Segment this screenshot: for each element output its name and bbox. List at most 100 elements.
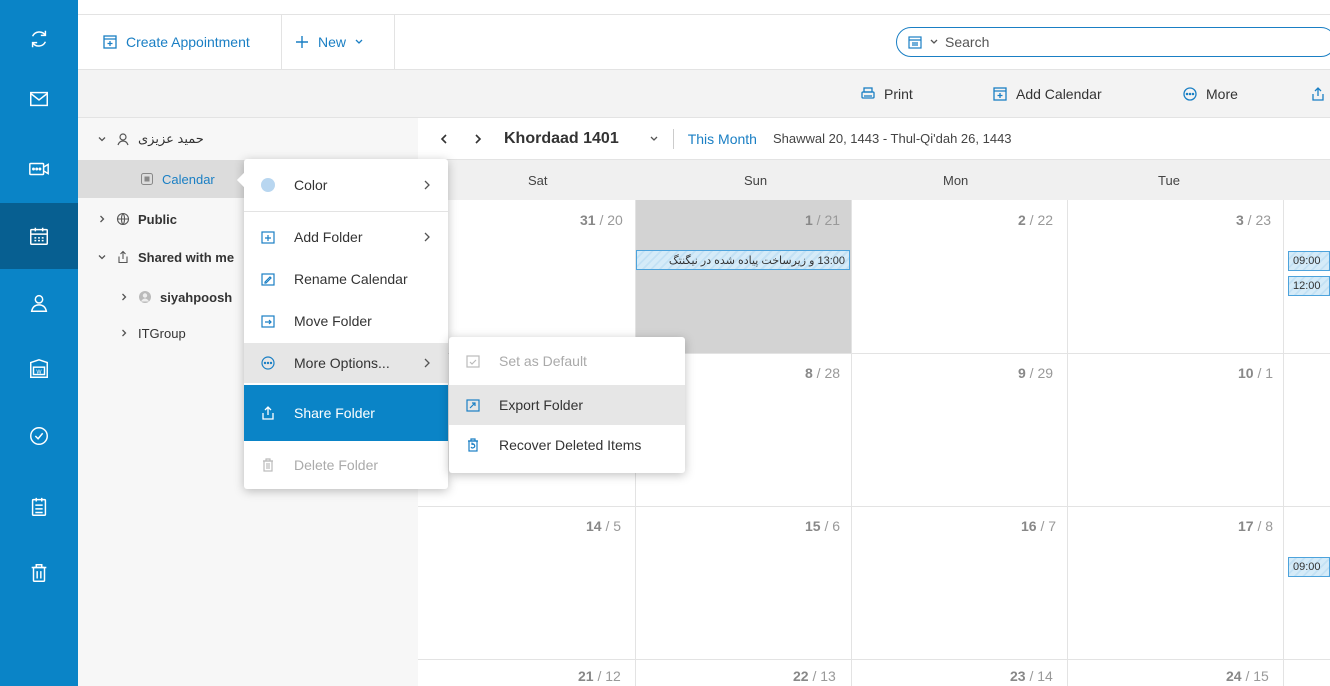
menu-item-rename-calendar[interactable]: Rename Calendar xyxy=(244,259,448,299)
menu-item-delete-folder-label: Delete Folder xyxy=(294,457,379,473)
tree-item-public-label: Public xyxy=(138,211,178,227)
new-dropdown-button[interactable]: New xyxy=(294,15,364,69)
submenu-item-set-as-default-label: Set as Default xyxy=(499,353,587,369)
mail-icon[interactable] xyxy=(0,66,78,132)
trash-icon xyxy=(263,458,273,472)
day-number[interactable]: 21 / 12 xyxy=(578,668,621,684)
grid-line xyxy=(418,659,1330,660)
notes-icon[interactable] xyxy=(0,474,78,540)
grid-line xyxy=(1067,200,1068,686)
grid-line xyxy=(1283,200,1284,686)
search-input[interactable] xyxy=(945,34,1245,50)
new-label: New xyxy=(318,34,347,50)
chevron-right-icon xyxy=(424,232,430,242)
toolbar-divider xyxy=(281,15,282,69)
tree-item-shared-label: Shared with me xyxy=(138,249,235,265)
menu-item-more-options-label: More Options... xyxy=(294,355,390,371)
svg-text:W: W xyxy=(36,370,42,376)
chevron-down-icon[interactable] xyxy=(96,251,108,263)
submenu-item-export-folder[interactable]: Export Folder xyxy=(449,385,685,425)
create-appointment-button[interactable]: Create Appointment xyxy=(102,15,250,69)
day-number[interactable]: 2 / 22 xyxy=(1018,212,1053,228)
print-label: Print xyxy=(884,86,913,102)
menu-item-share-folder[interactable]: Share Folder xyxy=(244,385,448,441)
day-number[interactable]: 1 / 21 xyxy=(805,212,840,228)
hijri-date-range: Shawwal 20, 1443 - Thul-Qi'dah 26, 1443 xyxy=(772,131,1012,146)
menu-item-more-options[interactable]: More Options... xyxy=(244,343,448,383)
submenu-item-recover-deleted-items[interactable]: Recover Deleted Items xyxy=(449,425,685,465)
tasks-check-icon[interactable] xyxy=(0,403,78,469)
day-name-sat: Sat xyxy=(528,172,548,188)
menu-item-color[interactable]: Color xyxy=(244,165,448,205)
chevron-down-icon[interactable] xyxy=(96,133,108,145)
day-number[interactable]: 23 / 14 xyxy=(1010,668,1053,684)
day-number[interactable]: 16 / 7 xyxy=(1021,518,1056,534)
add-calendar-button[interactable]: Add Calendar xyxy=(992,70,1102,118)
chevron-down-icon[interactable] xyxy=(649,134,659,144)
word-documents-icon[interactable]: W xyxy=(0,336,78,402)
menu-item-move-folder-label: Move Folder xyxy=(294,313,372,329)
day-number[interactable]: 10 / 1 xyxy=(1238,365,1273,381)
day-number[interactable]: 3 / 23 xyxy=(1236,212,1271,228)
calendar-icon[interactable] xyxy=(0,203,78,269)
print-button[interactable]: Print xyxy=(860,70,913,118)
top-toolbar: Create Appointment New xyxy=(78,14,1330,70)
day-number[interactable]: 31 / 20 xyxy=(580,212,623,228)
day-name-tue: Tue xyxy=(1158,172,1180,188)
day-number[interactable]: 14 / 5 xyxy=(586,518,621,534)
calendar-event[interactable]: 09:00 xyxy=(1288,557,1330,577)
set-default-icon xyxy=(466,355,480,368)
move-folder-icon xyxy=(261,315,275,328)
month-title[interactable]: Khordaad 1401 xyxy=(504,130,619,148)
grid-line xyxy=(851,200,852,686)
day-number[interactable]: 22 / 13 xyxy=(793,668,836,684)
more-button[interactable]: More xyxy=(1182,70,1238,118)
submenu-item-set-as-default[interactable]: Set as Default xyxy=(449,341,685,381)
calendar-event[interactable]: 09:00 xyxy=(1288,251,1330,271)
next-month-icon[interactable] xyxy=(472,133,484,145)
sync-icon[interactable] xyxy=(0,6,78,72)
app-rail: W xyxy=(0,0,78,686)
trash-icon[interactable] xyxy=(0,540,78,606)
weekday-header: Sat Sun Mon Tue xyxy=(418,160,1330,200)
menu-divider xyxy=(244,211,448,212)
calendar-event[interactable]: 13:00 و زیرساخت پیاده شده در نیگنتگ xyxy=(636,250,850,270)
tree-user-root[interactable]: حمید عزیزی xyxy=(78,120,418,158)
menu-item-delete-folder[interactable]: Delete Folder xyxy=(244,445,448,485)
day-number[interactable]: 9 / 29 xyxy=(1018,365,1053,381)
toolbar-divider xyxy=(394,15,395,69)
search-box[interactable] xyxy=(896,27,1330,57)
chevron-right-icon[interactable] xyxy=(96,213,108,225)
chevron-down-icon[interactable] xyxy=(929,37,939,47)
action-bar: Print Add Calendar More xyxy=(78,70,1330,118)
this-month-button[interactable]: This Month xyxy=(688,131,757,147)
menu-item-add-folder[interactable]: Add Folder xyxy=(244,217,448,257)
folder-context-menu: Color Add Folder Rename Calendar Move Fo… xyxy=(236,159,448,489)
calendar-event[interactable]: 12:00 xyxy=(1288,276,1330,296)
video-meeting-icon[interactable] xyxy=(0,136,78,202)
chevron-right-icon[interactable] xyxy=(118,291,130,303)
add-calendar-label: Add Calendar xyxy=(1016,86,1102,102)
contacts-icon[interactable] xyxy=(0,270,78,336)
chevron-right-icon[interactable] xyxy=(118,327,130,339)
share-icon xyxy=(1312,87,1324,101)
day-number[interactable]: 24 / 15 xyxy=(1226,668,1269,684)
more-icon xyxy=(1183,87,1197,101)
print-icon xyxy=(861,87,875,99)
export-icon xyxy=(466,399,480,412)
menu-item-move-folder[interactable]: Move Folder xyxy=(244,301,448,341)
previous-month-icon[interactable] xyxy=(438,133,450,145)
grid-line xyxy=(418,506,1330,507)
tree-item-calendar-label: Calendar xyxy=(162,171,215,187)
more-label: More xyxy=(1206,86,1238,102)
share-button[interactable] xyxy=(1310,70,1326,118)
day-number[interactable]: 15 / 6 xyxy=(805,518,840,534)
day-name-sun: Sun xyxy=(744,172,768,188)
day-name-mon: Mon xyxy=(943,172,969,188)
day-number[interactable]: 17 / 8 xyxy=(1238,518,1273,534)
calendar-scope-icon[interactable] xyxy=(907,34,923,50)
day-number[interactable]: 8 / 28 xyxy=(805,365,840,381)
tree-item-itgroup-label: ITGroup xyxy=(138,325,186,341)
calendar-color-icon xyxy=(141,173,153,185)
tree-user-name: حمید عزیزی xyxy=(138,131,204,146)
